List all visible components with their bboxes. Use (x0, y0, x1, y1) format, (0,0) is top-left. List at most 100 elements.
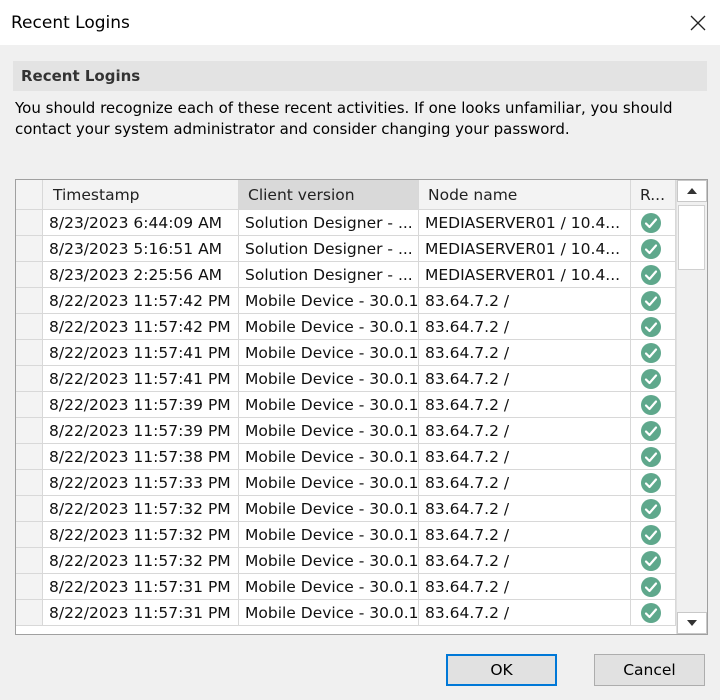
check-circle-icon (641, 317, 661, 337)
row-selector[interactable] (16, 340, 43, 366)
client-version-cell: Mobile Device - 30.0.1 (239, 574, 419, 600)
row-selector[interactable] (16, 366, 43, 392)
table-row[interactable]: 8/22/2023 11:57:41 PM Mobile Device - 30.… (16, 340, 676, 366)
vertical-scrollbar[interactable] (676, 180, 707, 634)
node-name-cell: 83.64.7.2 / (419, 392, 631, 418)
ok-button[interactable]: OK (446, 654, 557, 686)
timestamp-cell: 8/22/2023 11:57:39 PM (43, 392, 239, 418)
check-circle-icon (641, 577, 661, 597)
row-selector[interactable] (16, 574, 43, 600)
table-row[interactable]: 8/23/2023 5:16:51 AM Solution Designer - … (16, 236, 676, 262)
check-circle-icon (641, 369, 661, 389)
timestamp-cell: 8/22/2023 11:57:42 PM (43, 314, 239, 340)
check-circle-icon (641, 603, 661, 623)
node-name-cell: 83.64.7.2 / (419, 340, 631, 366)
close-button[interactable] (674, 0, 720, 45)
node-name-cell: MEDIASERVER01 / 10.4... (419, 262, 631, 288)
scrollbar-thumb[interactable] (678, 205, 705, 270)
client-version-cell: Mobile Device - 30.0.1 (239, 418, 419, 444)
row-selector[interactable] (16, 548, 43, 574)
client-version-cell: Mobile Device - 30.0.1 (239, 366, 419, 392)
node-name-cell: 83.64.7.2 / (419, 548, 631, 574)
table-row[interactable]: 8/22/2023 11:57:31 PM Mobile Device - 30.… (16, 574, 676, 600)
client-version-cell: Mobile Device - 30.0.1 (239, 522, 419, 548)
table-row[interactable]: 8/22/2023 11:57:39 PM Mobile Device - 30.… (16, 392, 676, 418)
result-cell (631, 262, 676, 288)
timestamp-cell: 8/23/2023 6:44:09 AM (43, 210, 239, 236)
timestamp-cell: 8/22/2023 11:57:31 PM (43, 574, 239, 600)
client-version-cell: Solution Designer - ... (239, 262, 419, 288)
timestamp-cell: 8/22/2023 11:57:39 PM (43, 418, 239, 444)
row-selector[interactable] (16, 496, 43, 522)
node-name-cell: 83.64.7.2 / (419, 366, 631, 392)
check-circle-icon (641, 473, 661, 493)
client-version-cell: Mobile Device - 30.0.1 (239, 600, 419, 626)
table-row[interactable]: 8/22/2023 11:57:38 PM Mobile Device - 30.… (16, 444, 676, 470)
check-circle-icon (641, 551, 661, 571)
node-name-cell: MEDIASERVER01 / 10.4... (419, 236, 631, 262)
row-selector[interactable] (16, 444, 43, 470)
check-circle-icon (641, 395, 661, 415)
client-version-cell: Solution Designer - ... (239, 236, 419, 262)
check-circle-icon (641, 265, 661, 285)
row-selector[interactable] (16, 392, 43, 418)
triangle-up-icon (687, 188, 697, 194)
table-row[interactable]: 8/22/2023 11:57:41 PM Mobile Device - 30.… (16, 366, 676, 392)
column-header-result[interactable]: R... (631, 180, 676, 209)
check-circle-icon (641, 499, 661, 519)
table-row[interactable]: 8/22/2023 11:57:32 PM Mobile Device - 30.… (16, 548, 676, 574)
node-name-cell: 83.64.7.2 / (419, 522, 631, 548)
client-version-cell: Mobile Device - 30.0.1 (239, 340, 419, 366)
timestamp-cell: 8/22/2023 11:57:41 PM (43, 366, 239, 392)
node-name-cell: 83.64.7.2 / (419, 496, 631, 522)
client-version-cell: Mobile Device - 30.0.1 (239, 496, 419, 522)
row-header-corner (16, 180, 43, 209)
row-selector[interactable] (16, 418, 43, 444)
table-row[interactable]: 8/22/2023 11:57:32 PM Mobile Device - 30.… (16, 496, 676, 522)
scroll-up-button[interactable] (677, 180, 707, 202)
client-version-cell: Mobile Device - 30.0.1 (239, 444, 419, 470)
table-row[interactable]: 8/22/2023 11:57:39 PM Mobile Device - 30.… (16, 418, 676, 444)
section-heading: Recent Logins (21, 67, 141, 85)
column-header-node-name[interactable]: Node name (419, 180, 631, 209)
timestamp-cell: 8/22/2023 11:57:32 PM (43, 496, 239, 522)
check-circle-icon (641, 421, 661, 441)
row-selector[interactable] (16, 314, 43, 340)
result-cell (631, 366, 676, 392)
node-name-cell: MEDIASERVER01 / 10.4... (419, 210, 631, 236)
node-name-cell: 83.64.7.2 / (419, 444, 631, 470)
timestamp-cell: 8/22/2023 11:57:41 PM (43, 340, 239, 366)
row-selector[interactable] (16, 288, 43, 314)
table-row[interactable]: 8/22/2023 11:57:33 PM Mobile Device - 30.… (16, 470, 676, 496)
column-header-client-version[interactable]: Client version (239, 180, 419, 209)
result-cell (631, 236, 676, 262)
result-cell (631, 288, 676, 314)
row-selector[interactable] (16, 470, 43, 496)
row-selector[interactable] (16, 522, 43, 548)
triangle-down-icon (687, 620, 697, 626)
table-row[interactable]: 8/23/2023 2:25:56 AM Solution Designer - … (16, 262, 676, 288)
result-cell (631, 522, 676, 548)
result-cell (631, 600, 676, 626)
row-selector[interactable] (16, 262, 43, 288)
table-row[interactable]: 8/23/2023 6:44:09 AM Solution Designer - … (16, 210, 676, 236)
row-selector[interactable] (16, 210, 43, 236)
row-selector[interactable] (16, 600, 43, 626)
cancel-button[interactable]: Cancel (594, 654, 705, 686)
table-row[interactable]: 8/22/2023 11:57:42 PM Mobile Device - 30.… (16, 314, 676, 340)
recent-logins-table: Timestamp Client version Node name R... … (15, 179, 708, 635)
result-cell (631, 444, 676, 470)
scroll-down-button[interactable] (677, 612, 707, 634)
timestamp-cell: 8/22/2023 11:57:33 PM (43, 470, 239, 496)
row-selector[interactable] (16, 236, 43, 262)
timestamp-cell: 8/22/2023 11:57:42 PM (43, 288, 239, 314)
result-cell (631, 470, 676, 496)
column-header-timestamp[interactable]: Timestamp (43, 180, 239, 209)
check-circle-icon (641, 447, 661, 467)
table-row[interactable]: 8/22/2023 11:57:31 PM Mobile Device - 30.… (16, 600, 676, 626)
result-cell (631, 340, 676, 366)
table-header: Timestamp Client version Node name R... (16, 180, 676, 210)
result-cell (631, 548, 676, 574)
table-row[interactable]: 8/22/2023 11:57:42 PM Mobile Device - 30.… (16, 288, 676, 314)
table-row[interactable]: 8/22/2023 11:57:32 PM Mobile Device - 30.… (16, 522, 676, 548)
